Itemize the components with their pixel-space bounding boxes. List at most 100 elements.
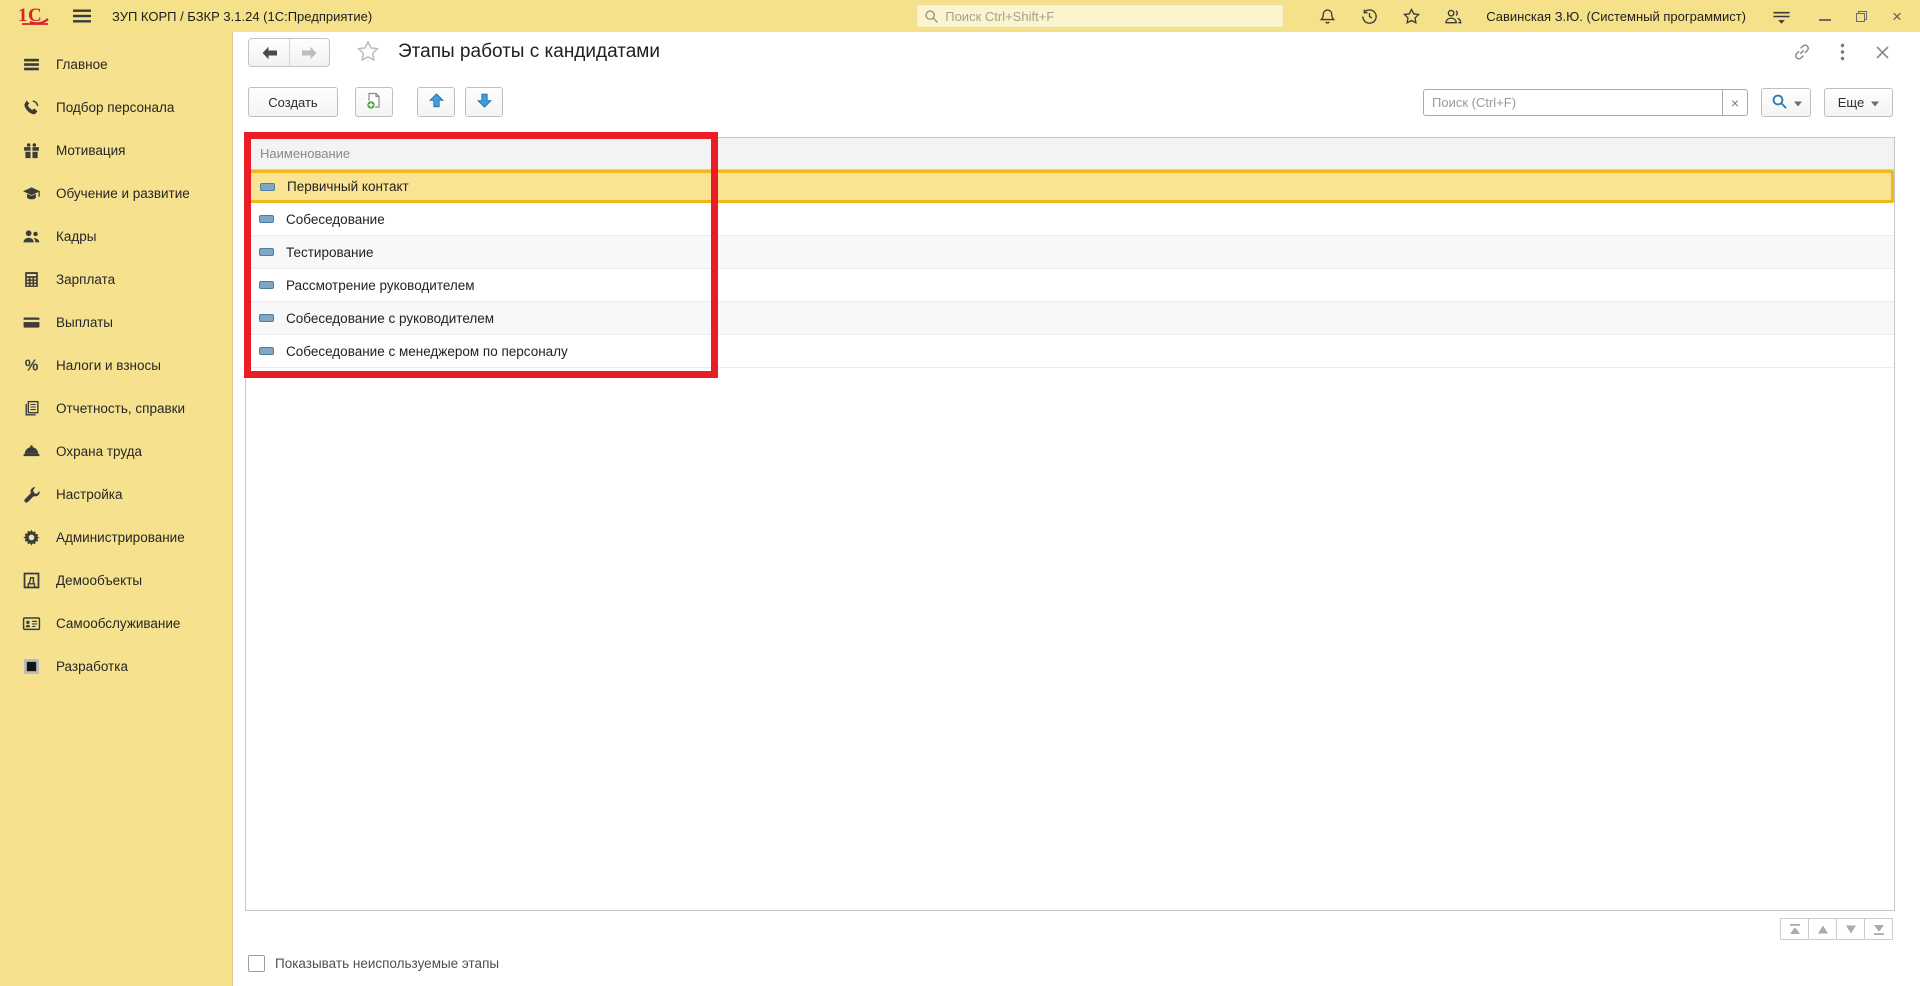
svg-text:Д: Д [27, 576, 35, 588]
1c-logo-icon: 1 С [18, 4, 54, 28]
restore-icon [1855, 10, 1867, 22]
sidebar-item-demoobekty[interactable]: Д Демообъекты [0, 559, 232, 602]
stage-name: Собеседование с руководителем [286, 310, 495, 326]
arrow-up-icon [428, 92, 445, 112]
move-down-button[interactable] [465, 87, 503, 117]
stage-item-marker-icon [260, 182, 275, 191]
demo-icon: Д [21, 571, 41, 591]
sidebar-item-kadry[interactable]: Кадры [0, 215, 232, 258]
service-menu-icon[interactable] [1769, 4, 1793, 28]
document-plus-icon [364, 91, 384, 114]
magnifier-icon [1771, 93, 1788, 113]
restore-button[interactable] [1848, 5, 1874, 27]
more-button-label: Еще [1837, 95, 1865, 110]
clear-search-button[interactable]: × [1722, 89, 1748, 116]
minimize-icon [1819, 19, 1831, 21]
sidebar-item-otchetnost-spravki[interactable]: Отчетность, справки [0, 387, 232, 430]
sidebar-item-nastroyka[interactable]: Настройка [0, 473, 232, 516]
scroll-up-button[interactable] [1808, 918, 1837, 940]
svg-text:%: % [24, 358, 38, 375]
global-search-input[interactable] [945, 8, 1277, 24]
favorite-star-icon[interactable] [356, 40, 380, 68]
phone-icon [21, 98, 41, 118]
wrench-icon [21, 485, 41, 505]
link-icon[interactable] [1792, 42, 1812, 62]
sidebar-item-nalogi-i-vznosy[interactable]: % Налоги и взносы [0, 344, 232, 387]
close-form-icon[interactable] [1872, 42, 1892, 62]
search-icon [924, 9, 939, 24]
table-row[interactable]: Собеседование с менеджером по персоналу [246, 335, 1894, 368]
table-row[interactable]: Тестирование [246, 236, 1894, 269]
sidebar: Главное Подбор персонала Мотивация Обучение… [0, 32, 233, 986]
list-scroll-buttons [1780, 918, 1893, 940]
caret-down-icon [1871, 95, 1880, 110]
search-settings-button[interactable] [1761, 88, 1811, 117]
show-unused-label: Показывать неиспользуемые этапы [275, 956, 500, 971]
stage-item-marker-icon [259, 248, 274, 256]
back-button[interactable] [249, 39, 289, 66]
stage-item-marker-icon [259, 281, 274, 289]
dev-square-icon [21, 657, 41, 677]
show-unused-checkbox[interactable]: Показывать неиспользуемые этапы [248, 955, 499, 972]
sidebar-item-label: Обучение и развитие [56, 186, 190, 201]
sidebar-item-label: Отчетность, справки [56, 401, 186, 416]
stage-name: Рассмотрение руководителем [286, 277, 475, 293]
sidebar-item-motivaciya[interactable]: Мотивация [0, 129, 232, 172]
create-group-button[interactable] [355, 87, 393, 117]
history-nav [248, 38, 330, 67]
sidebar-item-label: Администрирование [56, 530, 185, 545]
table-row[interactable]: Собеседование [246, 203, 1894, 236]
sidebar-item-label: Мотивация [56, 143, 126, 158]
badge-icon [21, 614, 41, 634]
table-row[interactable]: Рассмотрение руководителем [246, 269, 1894, 302]
bell-icon[interactable] [1315, 4, 1339, 28]
sidebar-item-label: Кадры [56, 229, 97, 244]
sidebar-item-vyplaty[interactable]: Выплаты [0, 301, 232, 344]
svg-text:1: 1 [18, 5, 28, 26]
main-menu-icon[interactable] [68, 4, 96, 28]
sidebar-item-label: Охрана труда [56, 444, 143, 459]
table-row[interactable]: Собеседование с руководителем [246, 302, 1894, 335]
move-up-button[interactable] [417, 87, 455, 117]
sidebar-item-label: Зарплата [56, 272, 116, 287]
gear-icon [21, 528, 41, 548]
current-user[interactable]: Савинская З.Ю. (Системный программист) [1486, 9, 1746, 24]
app-window: 1 С ЗУП КОРП / БЗКР 3.1.24 (1С:Предприят… [0, 0, 1920, 986]
list-search-input[interactable] [1423, 89, 1722, 116]
forward-button[interactable] [289, 39, 329, 66]
sidebar-item-glavnoe[interactable]: Главное [0, 43, 232, 86]
caret-down-icon [1793, 95, 1802, 110]
sidebar-item-label: Подбор персонала [56, 100, 175, 115]
stage-item-marker-icon [259, 215, 274, 223]
sidebar-item-podbor-personala[interactable]: Подбор персонала [0, 86, 232, 129]
global-search[interactable] [916, 4, 1285, 28]
stage-name: Собеседование [286, 211, 385, 227]
users-icon[interactable] [1441, 4, 1465, 28]
scroll-bottom-button[interactable] [1864, 918, 1893, 940]
close-icon: × [1892, 6, 1902, 26]
sidebar-item-obuchenie-i-razvitie[interactable]: Обучение и развитие [0, 172, 232, 215]
sidebar-item-label: Настройка [56, 487, 123, 502]
stage-name: Тестирование [286, 244, 374, 260]
sidebar-item-label: Выплаты [56, 315, 113, 330]
history-icon[interactable] [1357, 4, 1381, 28]
stage-list: Наименование Первичный контакт Собеседова… [245, 137, 1895, 911]
star-icon[interactable] [1399, 4, 1423, 28]
create-button[interactable]: Создать [248, 87, 338, 117]
kebab-menu-icon[interactable] [1832, 42, 1852, 62]
close-window-button[interactable]: × [1884, 5, 1910, 27]
table-row[interactable]: Первичный контакт [246, 170, 1894, 203]
minimize-button[interactable] [1812, 5, 1838, 27]
sidebar-item-razrabotka[interactable]: Разработка [0, 645, 232, 688]
scroll-top-button[interactable] [1780, 918, 1809, 940]
column-header-name[interactable]: Наименование [246, 138, 1894, 170]
sidebar-item-administrirovanie[interactable]: Администрирование [0, 516, 232, 559]
more-button[interactable]: Еще [1824, 88, 1893, 117]
stage-name: Первичный контакт [287, 179, 409, 194]
checkbox-icon [248, 955, 265, 972]
calculator-icon [21, 270, 41, 290]
sidebar-item-samoobsluzhivanie[interactable]: Самообслуживание [0, 602, 232, 645]
scroll-down-button[interactable] [1836, 918, 1865, 940]
sidebar-item-ohrana-truda[interactable]: Охрана труда [0, 430, 232, 473]
sidebar-item-zarplata[interactable]: Зарплата [0, 258, 232, 301]
